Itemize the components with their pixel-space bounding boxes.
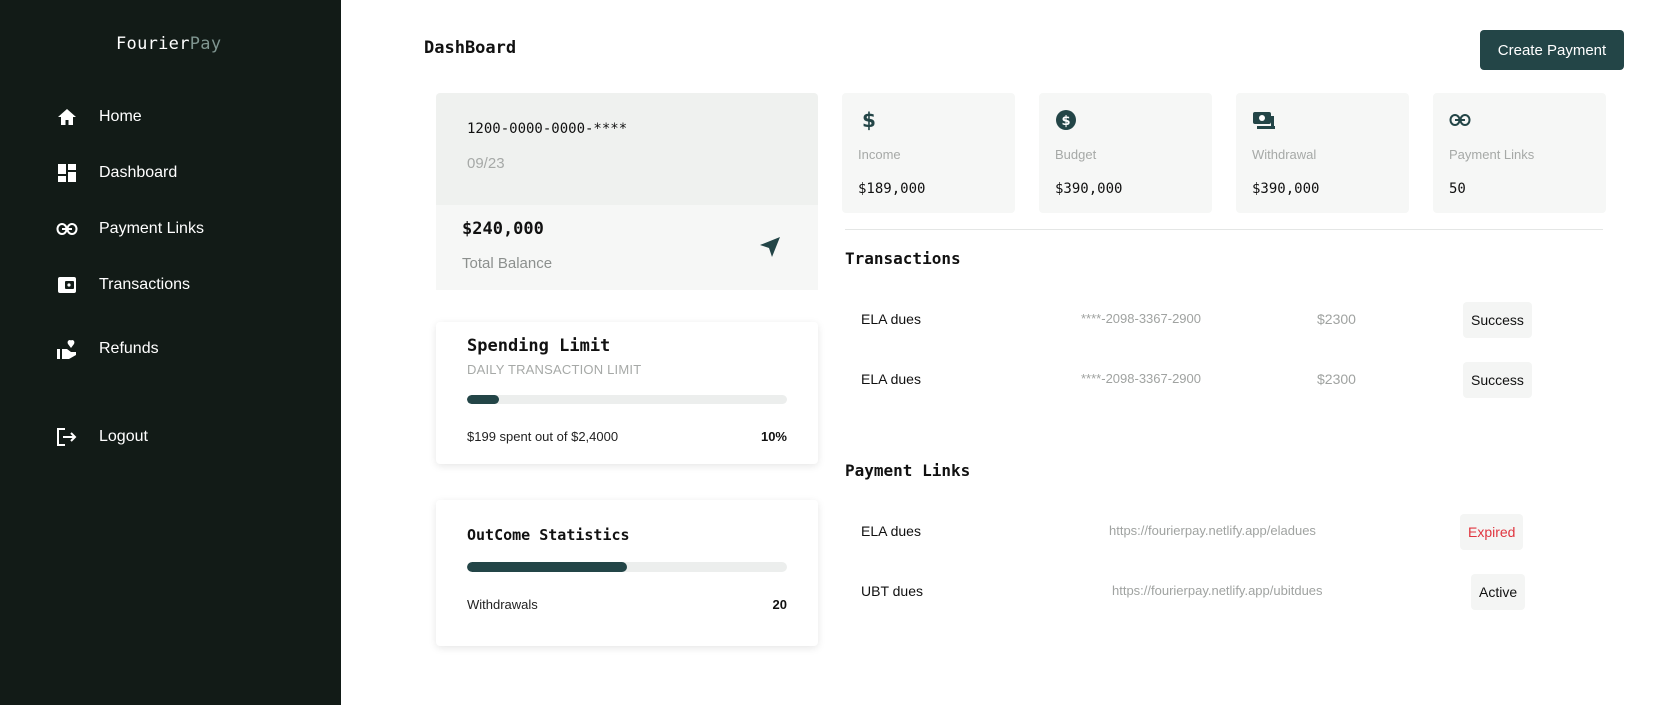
refund-hand-icon	[56, 338, 78, 360]
spending-limit-percent: 10%	[760, 429, 787, 444]
card-expiry: 09/23	[467, 155, 505, 172]
dollar-circle-icon: $	[1055, 109, 1077, 131]
spending-limit-summary: $199 spent out of $2,4000	[467, 429, 619, 444]
outcome-statistics-panel: OutCome Statistics Withdrawals 20	[436, 500, 818, 646]
brand-name: Fourier	[116, 34, 190, 54]
card-number: 1200-0000-0000-****	[467, 121, 628, 137]
sidebar-item-label: Logout	[99, 428, 148, 445]
divider	[845, 229, 1603, 230]
transaction-name: ELA dues	[861, 371, 921, 387]
transaction-amount: $2300	[1317, 311, 1356, 327]
stat-value: 50	[1449, 181, 1466, 197]
status-badge: Expired	[1460, 514, 1524, 550]
transactions-title: Transactions	[845, 249, 961, 268]
logout-icon	[56, 426, 78, 448]
payment-links-title: Payment Links	[845, 461, 971, 480]
sidebar-item-label: Payment Links	[99, 220, 204, 237]
stat-card-budget[interactable]: $ Budget $390,000	[1039, 93, 1212, 213]
transaction-card: ****-2098-3367-2900	[1081, 311, 1201, 326]
payment-link-name: UBT dues	[861, 583, 923, 599]
stat-value: $390,000	[1055, 181, 1123, 197]
sidebar-item-label: Transactions	[99, 276, 190, 293]
sidebar-item-transactions[interactable]: Transactions	[56, 271, 190, 299]
sidebar: FourierPay Home Dashboard Payment Links …	[0, 0, 341, 705]
svg-text:$: $	[862, 109, 876, 131]
spending-limit-bar	[467, 395, 787, 404]
status-badge: Active	[1471, 574, 1526, 610]
payment-link-name: ELA dues	[861, 523, 921, 539]
home-icon	[56, 106, 78, 128]
stat-value: $390,000	[1252, 181, 1320, 197]
sidebar-item-dashboard[interactable]: Dashboard	[56, 159, 177, 187]
spending-limit-title: Spending Limit	[467, 336, 611, 356]
page-title: DashBoard	[424, 38, 517, 58]
brand-name-accent: Pay	[189, 34, 222, 54]
stat-label: Withdrawal	[1252, 147, 1317, 162]
svg-text:$: $	[1062, 114, 1071, 129]
status-badge: Success	[1463, 362, 1532, 398]
sidebar-item-payment-links[interactable]: Payment Links	[56, 215, 204, 243]
dollar-icon: $	[858, 108, 880, 132]
brand-logo[interactable]: FourierPay	[116, 34, 221, 54]
status-badge: Success	[1463, 302, 1532, 338]
outcome-bar	[467, 562, 787, 572]
payment-link-url[interactable]: https://fourierpay.netlify.app/eladues	[1109, 523, 1316, 538]
outcome-label: Withdrawals	[467, 597, 538, 612]
outcome-bar-fill	[467, 562, 627, 572]
table-row[interactable]: UBT dues https://fourierpay.netlify.app/…	[845, 570, 1605, 614]
link-icon	[56, 218, 78, 240]
transaction-card: ****-2098-3367-2900	[1081, 371, 1201, 386]
card-summary: 1200-0000-0000-**** 09/23	[436, 93, 818, 205]
balance-section: $240,000 Total Balance	[436, 205, 818, 290]
stat-label: Budget	[1055, 147, 1097, 162]
stat-label: Payment Links	[1449, 147, 1535, 162]
sidebar-item-logout[interactable]: Logout	[56, 423, 148, 451]
outcome-value: 20	[772, 597, 787, 612]
transaction-amount: $2300	[1317, 371, 1356, 387]
table-row[interactable]: ELA dues ****-2098-3367-2900 $2300 Succe…	[845, 298, 1605, 342]
total-balance-amount: $240,000	[462, 219, 544, 239]
transaction-name: ELA dues	[861, 311, 921, 327]
stat-value: $189,000	[858, 181, 926, 197]
stat-label: Income	[858, 147, 901, 162]
sidebar-item-label: Home	[99, 108, 142, 125]
create-payment-button[interactable]: Create Payment	[1480, 30, 1624, 70]
total-balance-label: Total Balance	[462, 255, 553, 272]
sidebar-item-label: Refunds	[99, 340, 159, 357]
sidebar-item-label: Dashboard	[99, 164, 178, 181]
sidebar-item-refunds[interactable]: Refunds	[56, 335, 159, 363]
stat-card-withdrawal[interactable]: Withdrawal $390,000	[1236, 93, 1409, 213]
spending-limit-bar-fill	[467, 395, 499, 404]
table-row[interactable]: ELA dues ****-2098-3367-2900 $2300 Succe…	[845, 358, 1605, 402]
stat-card-payment-links[interactable]: Payment Links 50	[1433, 93, 1606, 213]
dashboard-icon	[56, 162, 78, 184]
outcome-title: OutCome Statistics	[467, 526, 630, 544]
cash-icon	[1252, 109, 1275, 131]
spending-limit-subtitle: DAILY TRANSACTION LIMIT	[467, 362, 642, 377]
sidebar-item-home[interactable]: Home	[56, 103, 142, 131]
table-row[interactable]: ELA dues https://fourierpay.netlify.app/…	[845, 510, 1605, 554]
link-icon	[1449, 109, 1471, 131]
stat-card-income[interactable]: $ Income $189,000	[842, 93, 1015, 213]
spending-limit-panel: Spending Limit DAILY TRANSACTION LIMIT $…	[436, 322, 818, 464]
payment-link-url[interactable]: https://fourierpay.netlify.app/ubitdues	[1112, 583, 1323, 598]
wallet-icon	[56, 274, 78, 296]
send-icon[interactable]	[758, 235, 782, 259]
